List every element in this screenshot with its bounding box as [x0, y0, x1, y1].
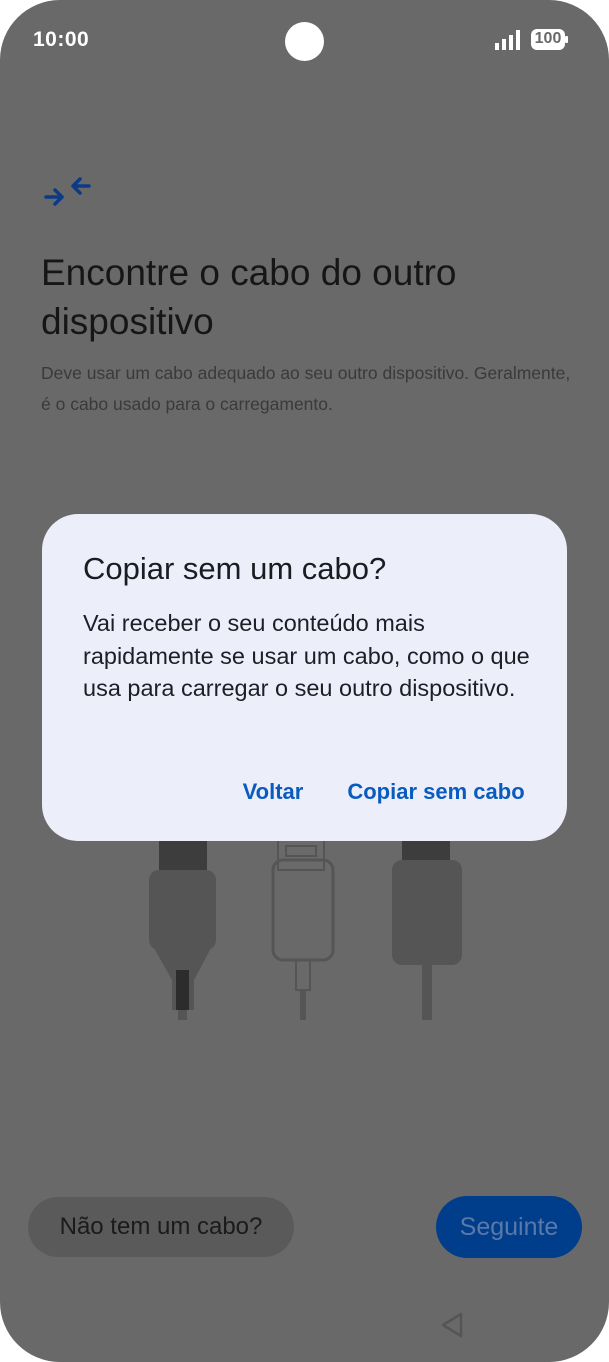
next-button[interactable]: Seguinte	[436, 1196, 582, 1258]
screen: 10:00 100 Encontre o cabo do outro dispo…	[0, 0, 609, 1362]
nav-back-icon[interactable]	[440, 1312, 464, 1338]
signal-icon	[495, 30, 520, 50]
copy-without-cable-button[interactable]: Copiar sem cabo	[345, 772, 527, 812]
no-cable-button[interactable]: Não tem um cabo?	[28, 1197, 294, 1257]
transfer-arrows-icon	[44, 177, 91, 206]
dialog-title: Copiar sem um cabo?	[83, 551, 387, 586]
copy-without-cable-dialog: Copiar sem um cabo? Vai receber o seu co…	[42, 514, 567, 841]
battery-level: 100	[534, 30, 562, 47]
dialog-body: Vai receber o seu conteúdo mais rapidame…	[83, 610, 530, 701]
page-description: Deve usar um cabo adequado ao seu outro …	[41, 363, 571, 414]
cables-illustration	[149, 839, 462, 1020]
page-title: Encontre o cabo do outro dispositivo	[41, 252, 457, 342]
status-time: 10:00	[33, 28, 90, 51]
camera-cutout	[285, 22, 324, 61]
status-bar: 10:00 100	[0, 0, 609, 80]
back-button[interactable]: Voltar	[240, 772, 306, 812]
